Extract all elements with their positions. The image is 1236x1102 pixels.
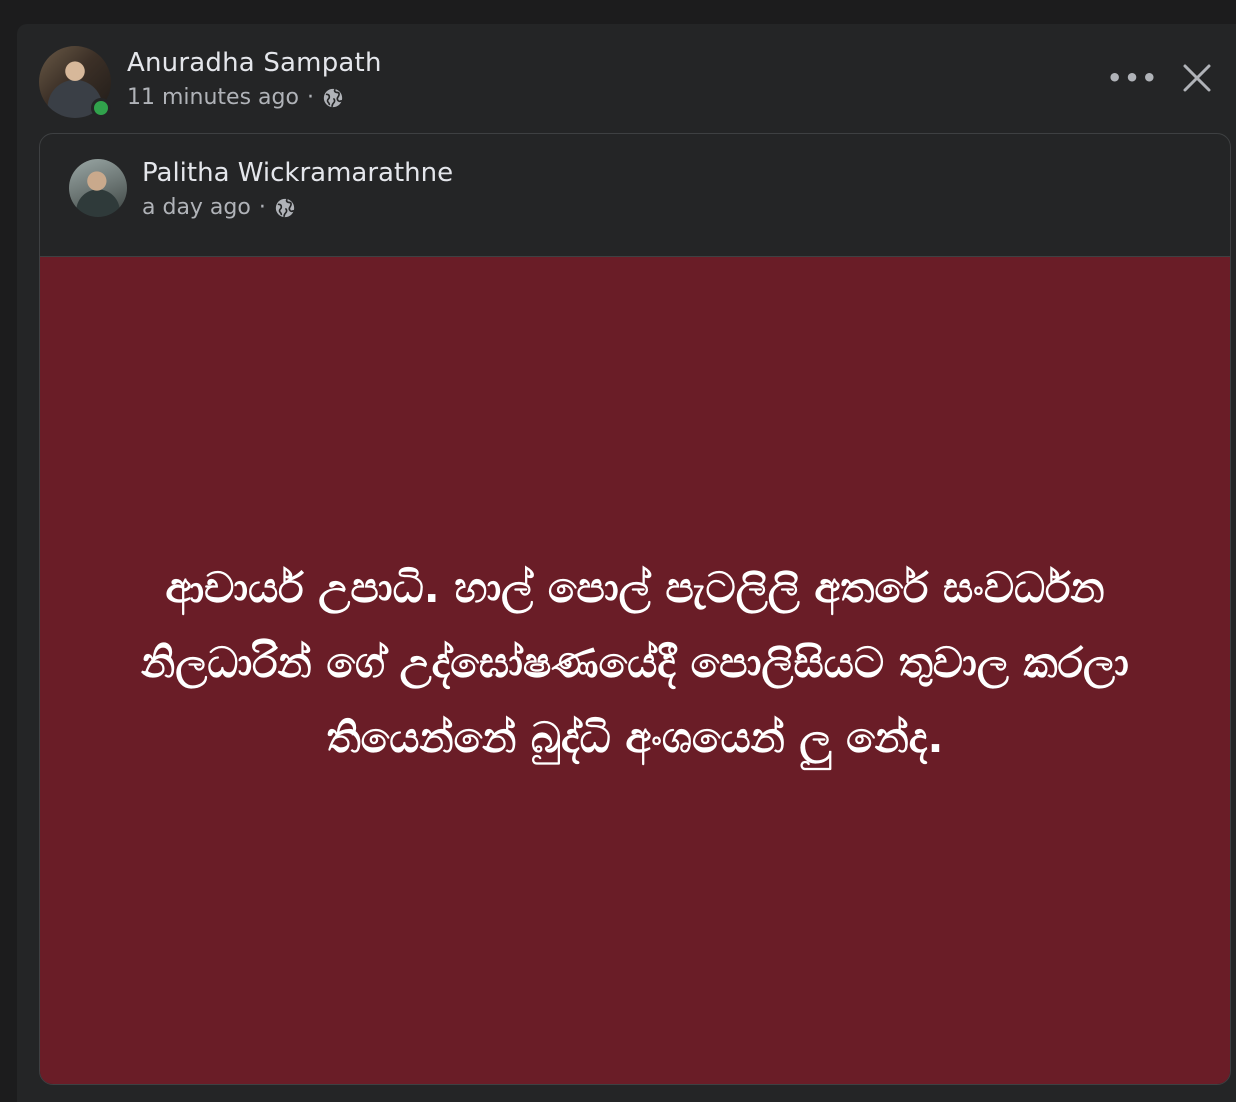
shared-author-name[interactable]: Palitha Wickramarathne <box>142 158 453 188</box>
post-card: Anuradha Sampath 11 minutes ago · ••• Pa… <box>17 24 1236 1102</box>
shared-author-avatar[interactable] <box>69 159 127 217</box>
close-icon[interactable] <box>1177 58 1217 98</box>
post-timestamp[interactable]: 11 minutes ago <box>127 85 299 110</box>
meta-separator: · <box>306 85 314 110</box>
shared-post-text: ආචාර්ය උපාධි. හාල් පොල් පැටලිලි අතරේ සංව… <box>141 563 1129 762</box>
page: Anuradha Sampath 11 minutes ago · ••• Pa… <box>0 0 1236 1102</box>
shared-post-header: Palitha Wickramarathne a day ago · <box>40 134 1230 257</box>
post-meta: 11 minutes ago · <box>127 85 344 110</box>
shared-post-card[interactable]: Palitha Wickramarathne a day ago · ආචාර්… <box>39 133 1231 1085</box>
globe-icon[interactable] <box>322 87 344 109</box>
shared-post-meta: a day ago · <box>142 195 296 220</box>
online-status-indicator <box>91 98 111 118</box>
more-horizontal-icon: ••• <box>1106 64 1160 92</box>
globe-icon[interactable] <box>274 197 296 219</box>
meta-separator: · <box>258 195 266 220</box>
post-header: Anuradha Sampath 11 minutes ago · ••• <box>17 24 1236 134</box>
more-options-button[interactable]: ••• <box>1107 62 1157 94</box>
author-name[interactable]: Anuradha Sampath <box>127 48 382 78</box>
shared-post-text-background: ආචාර්ය උපාධි. හාල් පොල් පැටලිලි අතරේ සංව… <box>40 257 1230 1084</box>
shared-post-timestamp[interactable]: a day ago <box>142 195 251 220</box>
